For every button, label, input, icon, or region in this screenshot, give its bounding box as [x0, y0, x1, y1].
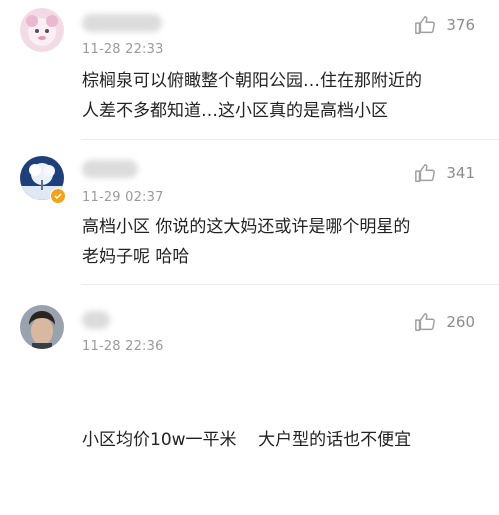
thumbs-up-icon: [415, 313, 436, 331]
like-button[interactable]: 341: [414, 162, 475, 184]
comment-text: 小区均价10w一平米 大户型的话也不便宜: [82, 365, 482, 515]
comment-item: 11-29 02:37 341 高档小区 你说的这大妈还或许是哪个明星的 老妈子…: [0, 140, 499, 285]
comment-timestamp: 11-28 22:36: [82, 339, 164, 354]
avatar[interactable]: [20, 305, 64, 349]
avatar[interactable]: [20, 8, 64, 52]
username-redacted: [82, 160, 138, 178]
like-count: 341: [446, 164, 475, 182]
comment-line: 小区均价10w一平米 大户型的话也不便宜: [82, 430, 412, 450]
comment-line: 人差不多都知道…这小区真的是高档小区: [82, 101, 388, 121]
like-button[interactable]: 376: [414, 14, 475, 36]
thumbs-up-icon: [415, 16, 436, 34]
thumbs-up-icon: [415, 164, 436, 182]
comment-item: 11-28 22:36 260 小区均价10w一平米 大户型的话也不便宜: [0, 285, 499, 450]
username-redacted: [82, 311, 110, 329]
like-count: 376: [446, 16, 475, 34]
comment-timestamp: 11-28 22:33: [82, 42, 164, 57]
comment-line: 老妈子呢 哈哈: [82, 247, 190, 267]
verified-badge-icon: [50, 188, 66, 204]
comment-text: 棕榈泉可以俯瞰整个朝阳公园…住在那附近的 人差不多都知道…这小区真的是高档小区: [82, 66, 482, 126]
comment-line: 高档小区 你说的这大妈还或许是哪个明星的: [82, 217, 411, 237]
comment-line: 棕榈泉可以俯瞰整个朝阳公园…住在那附近的: [82, 71, 422, 91]
comment-timestamp: 11-29 02:37: [82, 190, 164, 205]
username-redacted: [82, 14, 162, 32]
like-button[interactable]: 260: [414, 311, 475, 333]
comment-item: 11-28 22:33 376 棕榈泉可以俯瞰整个朝阳公园…住在那附近的 人差不…: [0, 0, 499, 140]
comment-text: 高档小区 你说的这大妈还或许是哪个明星的 老妈子呢 哈哈: [82, 212, 482, 272]
like-count: 260: [446, 313, 475, 331]
